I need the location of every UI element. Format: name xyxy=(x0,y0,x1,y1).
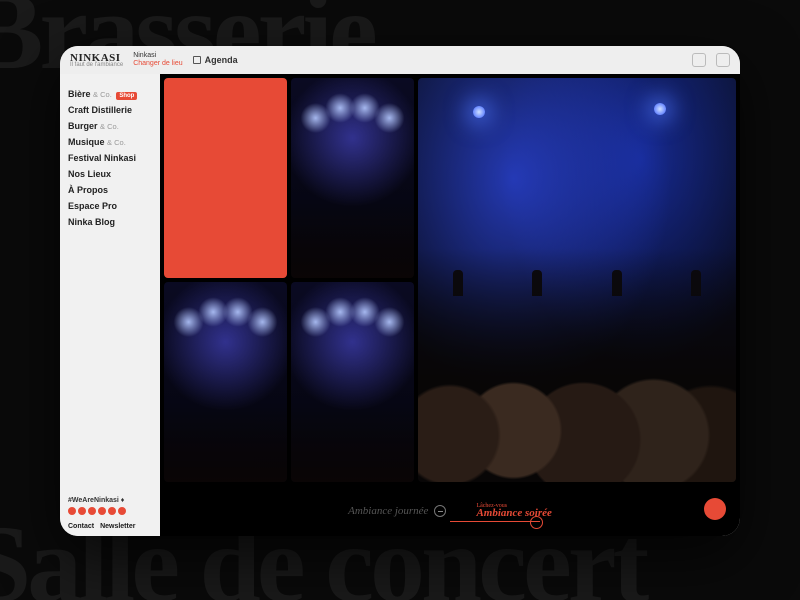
hashtag-label: #WeAreNinkasi ♦ xyxy=(68,497,152,504)
cart-icon[interactable] xyxy=(716,53,730,67)
nav-item-espacepro[interactable]: Espace Pro xyxy=(68,198,152,214)
location-label: Ninkasi xyxy=(133,52,182,60)
gallery-tile-concert-2[interactable] xyxy=(164,282,287,482)
social-icon[interactable] xyxy=(78,507,86,515)
shop-badge: Shop xyxy=(116,92,137,100)
social-icon[interactable] xyxy=(88,507,96,515)
calendar-icon xyxy=(193,56,201,64)
gallery-tile-accent[interactable] xyxy=(164,78,287,278)
nav-item-festival[interactable]: Festival Ninkasi xyxy=(68,150,152,166)
sidebar: Bière & Co. Shop Craft Distillerie Burge… xyxy=(60,74,160,536)
gallery-tile-concert-1[interactable] xyxy=(291,78,414,278)
tablet-device-frame: NINKASI Il faut de l'ambiance Ninkasi Ch… xyxy=(60,46,740,536)
social-icon[interactable] xyxy=(118,507,126,515)
nav-item-apropos[interactable]: À Propos xyxy=(68,182,152,198)
ambiance-toggle: Ambiance journée Lâchez-vous Ambiance so… xyxy=(160,486,740,536)
gallery-tile-concert-3[interactable] xyxy=(291,282,414,482)
nav-item-biere[interactable]: Bière & Co. Shop xyxy=(68,86,152,102)
change-location-link: Changer de lieu xyxy=(133,60,182,68)
nav-item-lieux[interactable]: Nos Lieux xyxy=(68,166,152,182)
ambiance-underline xyxy=(450,521,540,522)
nav-item-burger[interactable]: Burger & Co. xyxy=(68,118,152,134)
footer-link-contact[interactable]: Contact xyxy=(68,523,94,530)
nav-item-craft[interactable]: Craft Distillerie xyxy=(68,102,152,118)
nav-item-musique[interactable]: Musique & Co. xyxy=(68,134,152,150)
location-selector[interactable]: Ninkasi Changer de lieu xyxy=(133,52,182,67)
main-content: Ambiance journée Lâchez-vous Ambiance so… xyxy=(160,74,740,536)
footer-link-newsletter[interactable]: Newsletter xyxy=(100,523,135,530)
topbar: NINKASI Il faut de l'ambiance Ninkasi Ch… xyxy=(60,46,740,74)
social-icon[interactable] xyxy=(68,507,76,515)
brand-tagline: Il faut de l'ambiance xyxy=(70,62,123,68)
social-icons xyxy=(68,507,152,515)
agenda-label: Agenda xyxy=(205,55,238,65)
time-slider-icon[interactable] xyxy=(434,505,446,517)
brand-block[interactable]: NINKASI Il faut de l'ambiance xyxy=(70,52,123,68)
floating-action-button[interactable] xyxy=(704,498,726,520)
social-icon[interactable] xyxy=(98,507,106,515)
nav-item-blog[interactable]: Ninka Blog xyxy=(68,214,152,230)
social-icon[interactable] xyxy=(108,507,116,515)
photo-gallery xyxy=(160,74,740,486)
ambiance-day-label[interactable]: Ambiance journée xyxy=(348,505,428,517)
main-nav: Bière & Co. Shop Craft Distillerie Burge… xyxy=(68,86,152,230)
gallery-hero-concert[interactable] xyxy=(418,78,736,482)
search-icon[interactable] xyxy=(692,53,706,67)
agenda-link[interactable]: Agenda xyxy=(193,55,238,65)
